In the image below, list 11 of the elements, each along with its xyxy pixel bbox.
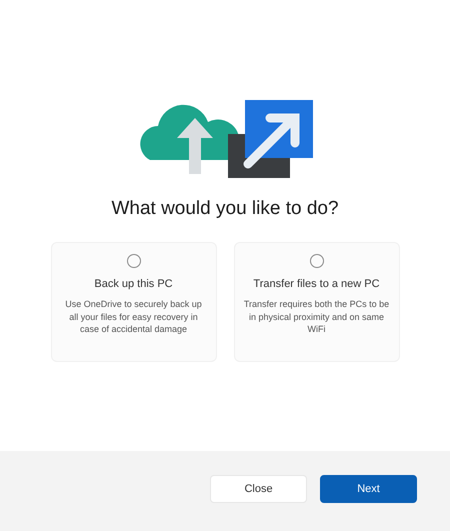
dialog-heading: What would you like to do? <box>111 198 339 220</box>
option-card[interactable]: Back up this PC Use OneDrive to securely back up all your files for easy recovery in case of accidental damage <box>50 242 216 362</box>
option-title: Back up this PC <box>94 278 173 290</box>
option-description: Use OneDrive to securely back up all your files for easy recovery in case of accidental damage <box>64 298 203 336</box>
next-button[interactable]: Next <box>320 475 417 503</box>
option-title: Transfer files to a new PC <box>253 278 380 290</box>
close-button[interactable]: Close <box>210 475 307 503</box>
radio-button[interactable] <box>126 254 140 268</box>
option-description: Transfer requires both the PCs to be in physical proximity and on same WiFi <box>242 298 390 336</box>
option-card[interactable]: Transfer files to a new PC Transfer requires both the PCs to be in physical proximity and on same WiFi <box>234 242 400 362</box>
radio-button[interactable] <box>310 254 324 268</box>
